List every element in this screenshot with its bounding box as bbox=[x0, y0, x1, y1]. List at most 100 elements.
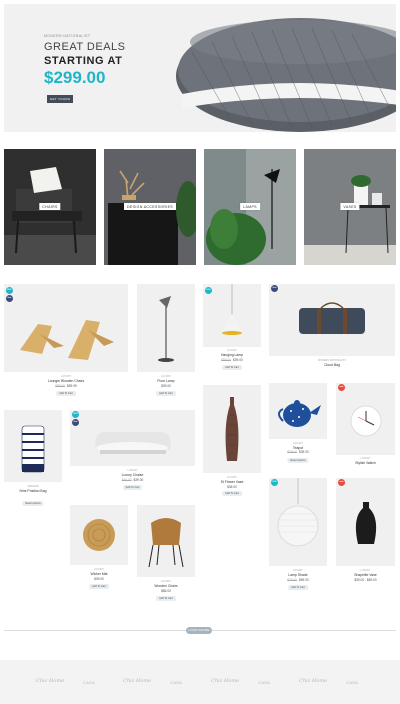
sale-badge: sale bbox=[338, 479, 345, 486]
hot-badge: Hot bbox=[72, 419, 79, 426]
brand-logo[interactable]: CASA bbox=[83, 680, 95, 685]
category-design-accessories[interactable]: DESIGN ACCESSORIES bbox=[104, 149, 196, 265]
product-card[interactable]: sale Luxury Stylish Watch bbox=[336, 383, 395, 469]
black-vase-image bbox=[355, 502, 377, 544]
product-price: $29.00 $39.00 bbox=[287, 450, 309, 454]
brand-logo[interactable]: CASA bbox=[258, 680, 270, 685]
product-title[interactable]: Wooden Chairs bbox=[137, 584, 195, 588]
product-title[interactable]: Loungie Wooden Chairs bbox=[4, 379, 128, 383]
product-title[interactable]: St Flower Vase bbox=[203, 480, 261, 484]
product-image[interactable] bbox=[269, 383, 327, 439]
product-price: $79.00 $69.00 bbox=[287, 578, 309, 582]
product-card[interactable]: Modern Nine Position Bag Read options bbox=[4, 410, 62, 510]
brand-logo[interactable]: Chic Home bbox=[36, 678, 64, 684]
category-label: DESIGN ACCESSORIES bbox=[124, 203, 176, 210]
add-to-cart-button[interactable]: Add To Cart bbox=[156, 596, 176, 601]
discount-badge: 10% bbox=[271, 479, 278, 486]
hero-banner: Modern Nationalist GREAT DEALS STARTING … bbox=[4, 4, 396, 132]
product-image[interactable] bbox=[269, 478, 327, 566]
sale-badge: sale bbox=[338, 384, 345, 391]
product-image[interactable] bbox=[70, 410, 195, 466]
product-card[interactable]: 20% Hot Luxury Loungie Wooden Chairs $89… bbox=[4, 284, 128, 402]
product-image[interactable] bbox=[4, 410, 62, 482]
product-image[interactable] bbox=[203, 284, 261, 347]
category-chairs[interactable]: CHAIRS bbox=[4, 149, 96, 265]
add-to-cart-button[interactable]: Add To Cart bbox=[89, 584, 109, 589]
product-price: $59.00 $39.00 bbox=[221, 358, 243, 362]
hero-price: $299.00 bbox=[44, 68, 106, 87]
category-vases[interactable]: VASES bbox=[304, 149, 396, 265]
product-title[interactable]: Cloud Bag bbox=[269, 363, 395, 367]
category-label: VASES bbox=[340, 203, 360, 210]
product-brand: Luxury bbox=[292, 569, 304, 572]
product-title[interactable]: Nine Position Bag bbox=[4, 489, 62, 493]
category-label: LAMPS bbox=[240, 203, 260, 210]
product-image[interactable] bbox=[336, 383, 395, 455]
product-card[interactable]: Luxury St Flower Vase $36.00 Add To Cart bbox=[203, 385, 261, 496]
product-card[interactable]: 10% Luxury Lamp Shade $79.00 $69.00 Add T… bbox=[269, 478, 327, 594]
add-to-cart-button[interactable]: Add To Cart bbox=[288, 585, 308, 590]
add-to-cart-button[interactable]: Add To Cart bbox=[122, 485, 143, 490]
product-image[interactable] bbox=[203, 385, 261, 473]
brand-logo[interactable]: CASA bbox=[170, 680, 182, 685]
brand-logos-strip: Chic Home CASA Chic Home CASA Chic Home … bbox=[0, 660, 400, 704]
add-to-cart-button[interactable]: Add To Cart bbox=[222, 365, 242, 370]
product-card[interactable]: 10% Luxury Hanging Lamp $59.00 $39.00 Add… bbox=[203, 284, 261, 376]
product-title[interactable]: Luxury Chaise bbox=[70, 473, 195, 477]
read-options-button[interactable]: Read options bbox=[22, 501, 44, 506]
read-options-button[interactable]: Read options bbox=[287, 458, 309, 463]
product-card[interactable]: $29.00 $39.00 Read options bbox=[269, 441, 327, 467]
tall-vase-image bbox=[225, 397, 239, 461]
product-card[interactable]: 20% Hot Luxury Luxury Chaise $49.00 $39.0… bbox=[70, 410, 195, 494]
product-title[interactable]: Wicker Mat bbox=[70, 572, 128, 576]
product-image[interactable] bbox=[269, 284, 395, 356]
wicker-mat-image bbox=[83, 519, 115, 551]
floor-lamp-image bbox=[158, 296, 174, 362]
product-price: $49.00 $39.00 bbox=[121, 478, 144, 482]
wall-clock-image bbox=[350, 405, 382, 437]
product-title[interactable]: Hanging Lamp bbox=[203, 353, 261, 357]
discount-badge: 20% bbox=[72, 411, 79, 418]
product-brand: Luxury bbox=[160, 580, 172, 583]
product-price: $39.00 bbox=[94, 577, 104, 581]
product-image[interactable] bbox=[137, 505, 195, 577]
product-price: $36.00 bbox=[227, 485, 237, 489]
lounge-chairs-image bbox=[20, 320, 114, 360]
product-image[interactable] bbox=[70, 505, 128, 565]
hanging-lamp-image bbox=[222, 284, 242, 335]
product-card[interactable]: Luxury Floor Lamp $39.00 Add To Cart bbox=[137, 284, 195, 402]
product-image[interactable] bbox=[4, 284, 128, 372]
product-card[interactable]: sale Luxury Shapelite Vase $39.00 - $89.… bbox=[336, 478, 395, 584]
brand-logo[interactable]: Chic Home bbox=[211, 678, 239, 684]
product-brand: Luxury bbox=[360, 569, 371, 572]
discount-badge: 20% bbox=[6, 287, 13, 294]
add-to-cart-button[interactable]: Add To Cart bbox=[156, 391, 176, 396]
wicker-chair-image bbox=[148, 518, 184, 568]
product-card[interactable]: Luxury Wooden Chairs $86.00 Add To Cart bbox=[137, 505, 195, 605]
add-to-cart-button[interactable]: Add To Cart bbox=[222, 491, 242, 496]
product-image[interactable] bbox=[336, 478, 395, 566]
brand-logo[interactable]: Chic Home bbox=[123, 678, 151, 684]
product-title[interactable]: Floor Lamp bbox=[137, 379, 195, 383]
brand-logo[interactable]: Chic Home bbox=[299, 678, 327, 684]
load-more-button[interactable]: LOAD MORE bbox=[186, 627, 212, 634]
sofa-image bbox=[95, 431, 171, 454]
category-label: CHAIRS bbox=[39, 203, 61, 210]
hero-subtitle: Modern Nationalist bbox=[44, 34, 91, 38]
brand-logo[interactable]: CASA bbox=[346, 680, 358, 685]
product-brand: Luxury bbox=[226, 476, 238, 479]
striped-bag-image bbox=[21, 425, 45, 473]
product-card[interactable]: Luxury Wicker Mat $39.00 Add To Cart bbox=[70, 505, 128, 593]
product-brand: Luxury bbox=[160, 375, 172, 378]
product-brand: Luxury bbox=[360, 457, 371, 460]
product-card[interactable]: Hot Modern Nationalist Cloud Bag bbox=[269, 284, 395, 372]
get-yours-button[interactable]: GET YOURS bbox=[47, 95, 73, 103]
product-brand: Luxury bbox=[60, 375, 72, 378]
product-image[interactable] bbox=[137, 284, 195, 372]
product-title[interactable]: Shapelite Vase bbox=[336, 573, 395, 577]
product-title[interactable]: Lamp Shade bbox=[269, 573, 327, 577]
category-lamps[interactable]: LAMPS bbox=[204, 149, 296, 265]
paper-lamp-image bbox=[277, 478, 319, 547]
add-to-cart-button[interactable]: Add To Cart bbox=[56, 391, 76, 396]
product-title[interactable]: Stylish Watch bbox=[336, 461, 395, 465]
